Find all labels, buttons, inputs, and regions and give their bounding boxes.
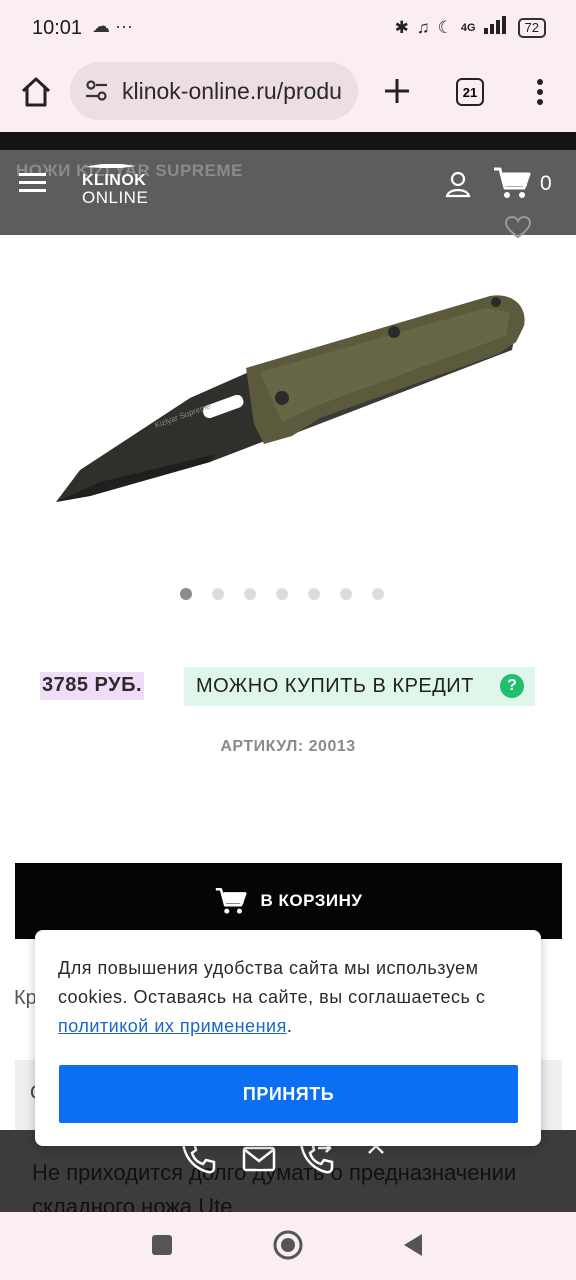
accept-cookies-button[interactable]: ПРИНЯТЬ: [59, 1065, 518, 1123]
gallery-dot[interactable]: [244, 588, 256, 600]
knife-logo-icon: [84, 164, 136, 168]
heart-icon: [504, 215, 532, 239]
site-logo[interactable]: KLINOK ONLINE: [82, 160, 148, 206]
gallery-dot[interactable]: [276, 588, 288, 600]
email-button[interactable]: [242, 1144, 276, 1174]
cart-count: 0: [540, 172, 552, 195]
wishlist-button[interactable]: [504, 215, 532, 240]
cookie-message: Для повышения удобства сайта мы использу…: [58, 954, 528, 1041]
dnd-moon-icon: ☾: [437, 17, 453, 37]
cart-button[interactable]: [493, 166, 531, 200]
background-text-fragment: Кр: [14, 987, 37, 1009]
cookie-policy-link[interactable]: политикой их применения: [58, 1016, 287, 1036]
circle-icon: [273, 1230, 303, 1260]
credit-label: МОЖНО КУПИТЬ В КРЕДИТ: [196, 675, 474, 697]
cart-icon: [215, 887, 247, 914]
browser-menu-button[interactable]: [530, 78, 550, 108]
status-system-icons: ✱ ♫ ☾ 4G 72: [395, 16, 546, 39]
add-to-cart-button[interactable]: В КОРЗИНУ: [15, 863, 562, 939]
home-button[interactable]: [18, 74, 54, 110]
cookie-text-end: .: [286, 1016, 293, 1036]
gallery-dot[interactable]: [372, 588, 384, 600]
gallery-dot[interactable]: [212, 588, 224, 600]
add-to-cart-label: В КОРЗИНУ: [260, 891, 363, 910]
site-settings-icon[interactable]: [82, 76, 112, 106]
bluetooth-icon: ✱: [394, 17, 409, 37]
new-tab-button[interactable]: [382, 76, 412, 106]
credit-option[interactable]: МОЖНО КУПИТЬ В КРЕДИТ: [184, 667, 535, 706]
product-sku: АРТИКУЛ: 20013: [220, 738, 356, 755]
home-icon: [21, 77, 51, 107]
user-icon: [445, 171, 471, 198]
more-vert-icon: [537, 79, 543, 105]
hamburger-menu-button[interactable]: [18, 170, 48, 196]
earbuds-icon: ♫: [416, 17, 430, 37]
address-bar[interactable]: klinok-online.ru/produ: [70, 62, 358, 120]
product-price: 3785 РУБ.: [40, 672, 144, 700]
cart-icon: [494, 167, 531, 198]
cookie-text: Для повышения удобства сайта мы использу…: [58, 958, 486, 1007]
gallery-dots: [180, 588, 384, 600]
gallery-dot[interactable]: [340, 588, 352, 600]
logo-text-bottom: ONLINE: [82, 188, 149, 207]
tab-switcher-button[interactable]: 21: [456, 78, 484, 106]
network-type: 4G: [460, 21, 476, 34]
plus-icon: [385, 79, 409, 103]
square-icon: [152, 1235, 172, 1255]
product-image[interactable]: Kizlyar Supreme: [20, 250, 556, 570]
status-time: 10:01: [32, 17, 83, 39]
home-nav-button[interactable]: [272, 1229, 304, 1261]
status-notification-icons: ☁ ···: [92, 16, 133, 36]
recents-button[interactable]: [151, 1234, 173, 1256]
credit-help-icon[interactable]: ?: [500, 674, 524, 698]
url-text: klinok-online.ru/produ: [122, 77, 342, 104]
back-triangle-icon: [404, 1234, 422, 1256]
logo-text-top: KLINOK: [82, 172, 147, 189]
mail-icon: [242, 1146, 276, 1172]
battery-indicator: 72: [517, 17, 546, 38]
signal-icon: [483, 16, 510, 39]
gallery-dot[interactable]: [180, 588, 192, 600]
gallery-dot[interactable]: [308, 588, 320, 600]
account-button[interactable]: [444, 170, 472, 198]
header-top-strip: [0, 132, 576, 150]
back-nav-button[interactable]: [402, 1233, 424, 1257]
hamburger-icon: [19, 173, 46, 192]
